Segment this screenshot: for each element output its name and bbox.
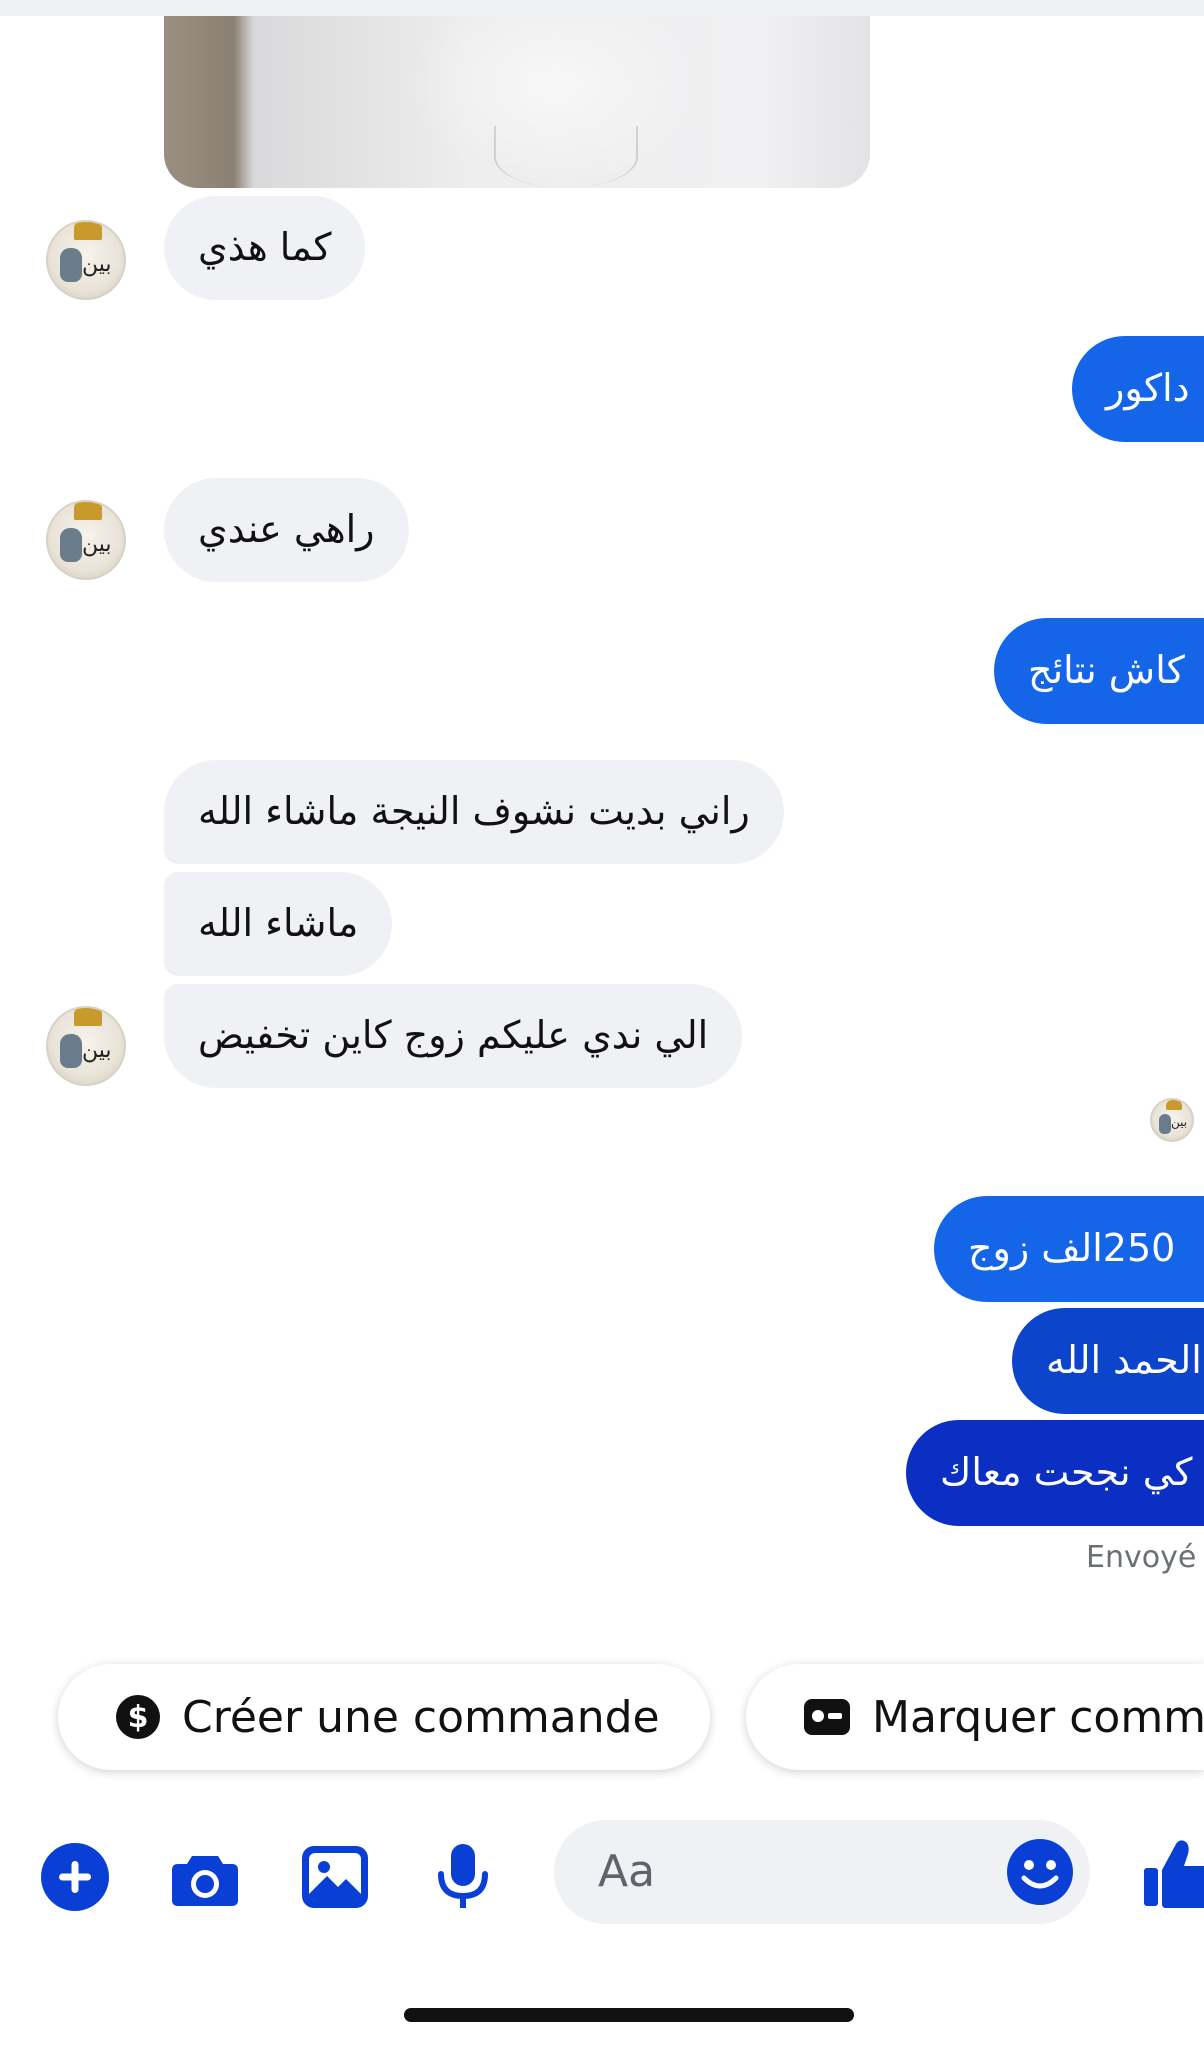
contact-avatar[interactable]: ﺑﻴﻦ [46,220,126,300]
avatar-script: ﺑﻴﻦ [82,1038,112,1063]
emoji-icon[interactable] [1006,1838,1074,1906]
message-text: 250الف زوج [968,1226,1176,1270]
outgoing-message[interactable]: 250الف زوج [934,1196,1204,1302]
top-edge [0,0,1204,16]
incoming-message[interactable]: الي ندي عليكم زوج كاين تخفيض [164,984,743,1088]
message-text: ماشاء الله [198,901,359,945]
avatar-crown [74,1008,102,1026]
message-text: داكور [1106,366,1190,410]
plus-icon[interactable] [40,1842,110,1912]
received-photo[interactable] [164,16,870,188]
contact-avatar[interactable]: ﺑﻴﻦ [46,1006,126,1086]
avatar-script: ﺑﻴﻦ [1171,1115,1188,1129]
message-input-placeholder: Aa [598,1846,656,1897]
message-text: راني بديت نشوف النيجة ماشاء الله [198,789,750,833]
avatar-script: ﺑﻴﻦ [82,252,112,277]
photo-fold [494,126,638,188]
mark-as-label: Marquer comm [872,1691,1204,1743]
avatar-hamsa [1159,1114,1171,1134]
home-indicator [404,2008,854,2022]
label-tag-icon [804,1699,850,1735]
outgoing-message[interactable]: كي نجحت معاك [906,1420,1204,1526]
avatar-crown [1166,1100,1182,1110]
create-order-button[interactable]: $ Créer une commande [58,1664,710,1770]
avatar-script: ﺑﻴﻦ [82,532,112,557]
thumbs-up-icon[interactable] [1144,1838,1204,1910]
avatar-hamsa [60,528,82,562]
incoming-message[interactable]: راهي عندي [164,478,409,582]
message-text: الي ندي عليكم زوج كاين تخفيض [198,1013,709,1057]
outgoing-message[interactable]: كاش نتائج [994,618,1204,724]
message-text: كاش نتائج [1028,648,1185,692]
read-receipt-avatar: ﺑﻴﻦ [1150,1098,1194,1142]
outgoing-message[interactable]: داكور [1072,336,1204,442]
incoming-message[interactable]: كما هذي [164,196,366,300]
mark-as-button[interactable]: Marquer comm [746,1664,1204,1770]
incoming-message[interactable]: ماشاء الله [164,872,393,976]
contact-avatar[interactable]: ﺑﻴﻦ [46,500,126,580]
camera-icon[interactable] [170,1842,240,1912]
create-order-label: Créer une commande [182,1691,660,1743]
avatar-hamsa [60,248,82,282]
delivery-status: Envoyé [1086,1540,1197,1575]
message-text: راهي عندي [198,507,375,551]
dollar-icon: $ [116,1695,160,1739]
avatar-crown [74,502,102,520]
message-text: الحمد الله [1046,1338,1202,1382]
incoming-message[interactable]: راني بديت نشوف النيجة ماشاء الله [164,760,784,864]
microphone-icon[interactable] [428,1842,498,1912]
message-text: كي نجحت معاك [940,1450,1193,1494]
message-text: كما هذي [198,225,332,269]
avatar-hamsa [60,1034,82,1068]
avatar-crown [74,222,102,240]
message-input[interactable]: Aa [554,1820,1090,1924]
outgoing-message[interactable]: الحمد الله [1012,1308,1204,1414]
gallery-icon[interactable] [300,1842,370,1912]
